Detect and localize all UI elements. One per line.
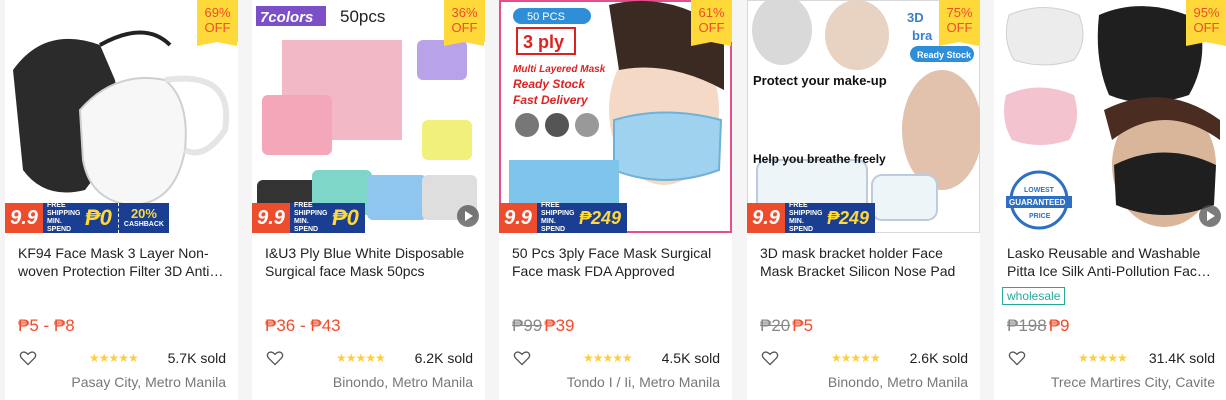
promo-banner: 9.9 FREE SHIPPING MIN. SPEND ₱0 20% CASHBA… xyxy=(5,202,169,233)
image-text-lowest: LOWEST xyxy=(1024,187,1055,194)
discount-badge: 36% OFF xyxy=(444,0,485,46)
product-card[interactable]: LOWEST GUARANTEED PRICE 95% OFF Lasko Reu… xyxy=(994,0,1226,400)
product-image[interactable]: LOWEST GUARANTEED PRICE 95% OFF xyxy=(994,0,1226,233)
free-shipping-badge: FREE SHIPPING MIN. SPEND ₱249 xyxy=(537,202,628,233)
product-price: ₱99 ₱39 xyxy=(512,316,575,335)
promo-banner: 9.9 FREE SHIPPING MIN. SPEND ₱249 xyxy=(499,202,628,233)
rating-stars: ★★★★★ xyxy=(336,351,386,365)
sold-count: 2.6K sold xyxy=(909,350,968,366)
image-text-price: PRICE xyxy=(1029,213,1051,220)
wholesale-badge: wholesale xyxy=(1002,287,1066,305)
rating-stars: ★★★★★ xyxy=(831,351,881,365)
discount-badge: 75% OFF xyxy=(939,0,980,46)
promo-banner: 9.9 FREE SHIPPING MIN. SPEND ₱0 xyxy=(252,202,365,233)
rating-stars: ★★★★★ xyxy=(583,351,633,365)
product-price: ₱5 - ₱8 xyxy=(18,316,75,335)
promo-99-label: 9.9 xyxy=(747,203,785,233)
product-title[interactable]: KF94 Face Mask 3 Layer Non-woven Protect… xyxy=(18,244,228,280)
image-text-colors: 7colors xyxy=(260,9,313,26)
image-text-fast: Fast Delivery xyxy=(513,93,589,107)
rating-stars: ★★★★★ xyxy=(1078,351,1128,365)
free-shipping-badge: FREE SHIPPING MIN. SPEND ₱0 xyxy=(290,202,365,233)
free-shipping-badge: FREE SHIPPING MIN. SPEND ₱0 xyxy=(43,202,118,233)
heart-icon[interactable] xyxy=(19,350,37,366)
product-title[interactable]: 3D mask bracket holder Face Mask Bracket… xyxy=(760,244,970,280)
promo-99-label: 9.9 xyxy=(5,203,43,233)
product-title[interactable]: 50 Pcs 3ply Face Mask Surgical Face mask… xyxy=(512,244,722,280)
sold-count: 6.2K sold xyxy=(414,350,473,366)
product-price: ₱36 - ₱43 xyxy=(265,316,341,335)
product-card[interactable]: 7colors 50pcs 36% OFF 9.9 FREE SHIPPING M… xyxy=(252,0,485,400)
discount-badge: 69% OFF xyxy=(197,0,238,46)
product-image[interactable]: 7colors 50pcs 36% OFF 9.9 FREE SHIPPING M… xyxy=(252,0,485,233)
discount-badge: 61% OFF xyxy=(691,0,732,46)
promo-99-label: 9.9 xyxy=(499,203,537,233)
product-price: ₱20 ₱5 xyxy=(760,316,814,335)
heart-icon[interactable] xyxy=(1008,350,1026,366)
image-text-pcs: 50pcs xyxy=(340,7,385,26)
product-image[interactable]: 50 PCS 3 ply Multi Layered Mask Ready St… xyxy=(499,0,732,233)
play-video-icon[interactable] xyxy=(457,205,479,227)
product-card[interactable]: 50 PCS 3 ply Multi Layered Mask Ready St… xyxy=(499,0,732,400)
shop-location: Binondo, Metro Manila xyxy=(332,374,473,390)
promo-banner: 9.9 FREE SHIPPING MIN. SPEND ₱249 xyxy=(747,202,876,233)
image-text-pcs: 50 PCS xyxy=(527,11,565,23)
image-text-3d: 3D xyxy=(907,10,924,25)
shop-location: Tondo I / Ii, Metro Manila xyxy=(566,374,720,390)
image-text-protect: Protect your make-up xyxy=(753,73,887,88)
free-shipping-badge: FREE SHIPPING MIN. SPEND ₱249 xyxy=(785,202,876,233)
cashback-badge: 20% CASHBACK xyxy=(117,203,169,233)
image-text-ready: Ready Stock xyxy=(917,50,972,60)
sold-count: 4.5K sold xyxy=(661,350,720,366)
image-text-ready: Ready Stock xyxy=(513,77,586,91)
shop-location: Binondo, Metro Manila xyxy=(827,374,968,390)
product-card[interactable]: 3D bra Ready Stock Protect your make-up … xyxy=(747,0,980,400)
discount-badge: 95% OFF xyxy=(1186,0,1226,46)
play-video-icon[interactable] xyxy=(1199,205,1221,227)
image-text-breathe: Help you breathe freely xyxy=(753,152,886,166)
shop-location: Pasay City, Metro Manila xyxy=(71,374,226,390)
product-grid: 69% OFF 9.9 FREE SHIPPING MIN. SPEND ₱0 20… xyxy=(5,0,1226,400)
sold-count: 5.7K sold xyxy=(167,350,226,366)
product-image[interactable]: 69% OFF 9.9 FREE SHIPPING MIN. SPEND ₱0 20… xyxy=(5,0,238,233)
product-title[interactable]: I&U3 Ply Blue White Disposable Surgical … xyxy=(265,244,475,280)
rating-stars: ★★★★★ xyxy=(89,351,139,365)
product-card[interactable]: 69% OFF 9.9 FREE SHIPPING MIN. SPEND ₱0 20… xyxy=(5,0,238,400)
sold-count: 31.4K sold xyxy=(1148,350,1215,366)
shop-location: Trece Martires City, Cavite xyxy=(1050,374,1215,390)
image-text-ply: 3 ply xyxy=(523,32,564,52)
heart-icon[interactable] xyxy=(761,350,779,366)
promo-99-label: 9.9 xyxy=(252,203,290,233)
product-image[interactable]: 3D bra Ready Stock Protect your make-up … xyxy=(747,0,980,233)
image-text-layered: Multi Layered Mask xyxy=(513,64,606,75)
heart-icon[interactable] xyxy=(513,350,531,366)
heart-icon[interactable] xyxy=(266,350,284,366)
image-text-bra: bra xyxy=(912,28,933,43)
image-text-guaranteed: GUARANTEED xyxy=(1009,198,1066,207)
product-title[interactable]: Lasko Reusable and Washable Pitta Ice Si… xyxy=(1007,244,1217,280)
product-price: ₱198 ₱9 xyxy=(1007,316,1070,335)
